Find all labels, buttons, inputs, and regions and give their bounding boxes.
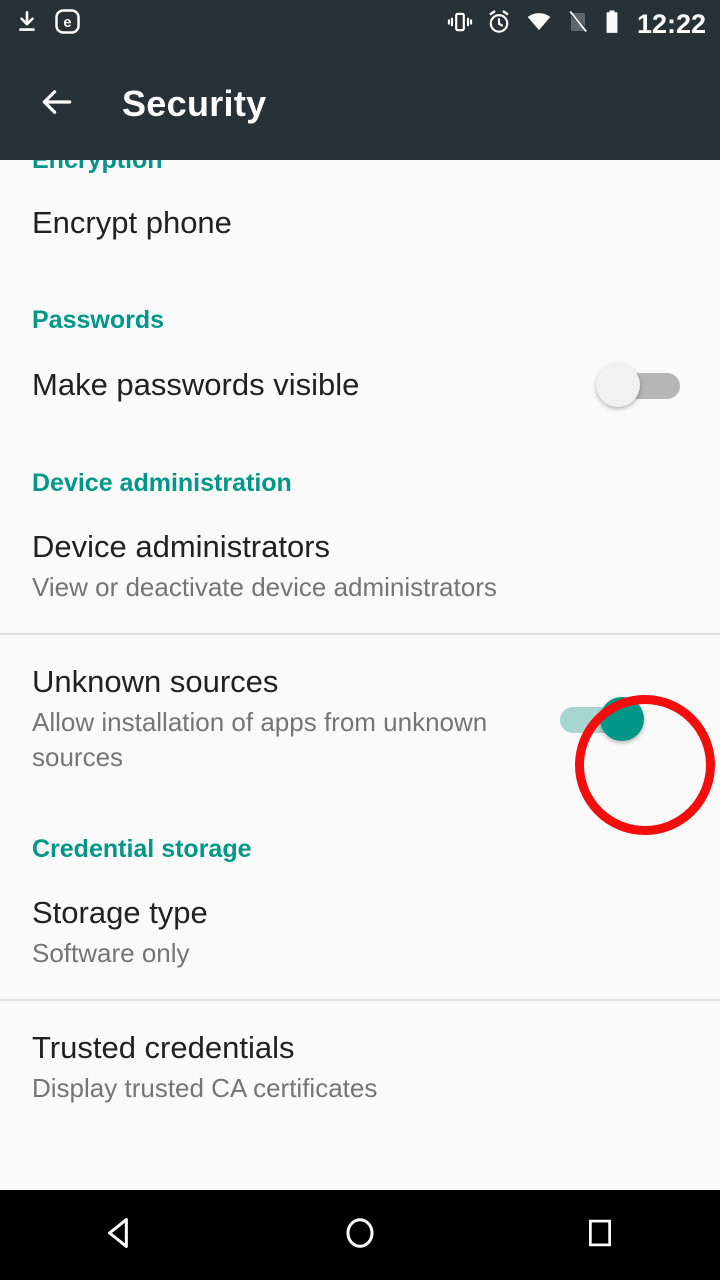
toggle-make-passwords-visible[interactable] [596, 363, 688, 407]
nav-home-circle-icon [341, 1214, 379, 1257]
list-item-title: Device administrators [32, 529, 331, 564]
list-item-text: Unknown sources Allow installation of ap… [32, 663, 552, 775]
section-header-device-administration: Device administration [32, 469, 292, 497]
no-sim-icon [566, 9, 590, 40]
list-item-encrypt-phone[interactable]: Encrypt phone [0, 160, 720, 282]
status-bar-clock: 12:22 [636, 8, 706, 39]
back-arrow-icon [35, 83, 79, 126]
vibrate-icon [447, 9, 473, 40]
list-item-unknown-sources[interactable]: Unknown sources Allow installation of ap… [0, 635, 720, 805]
list-item-text: Make passwords visible [32, 366, 596, 404]
back-button[interactable] [14, 83, 100, 126]
wifi-icon [525, 9, 553, 40]
list-item-title: Make passwords visible [32, 367, 360, 402]
nav-back-button[interactable] [60, 1190, 180, 1280]
nav-recents-square-icon [583, 1216, 617, 1255]
list-item-trusted-credentials[interactable]: Trusted credentials Display trusted CA c… [0, 1001, 720, 1106]
list-item-make-passwords-visible[interactable]: Make passwords visible [0, 335, 720, 437]
svg-text:e: e [63, 15, 71, 31]
list-item-subtitle: Software only [32, 938, 190, 968]
list-item-subtitle: Allow installation of apps from unknown … [32, 707, 488, 772]
navigation-bar [0, 1190, 720, 1280]
nav-recents-button[interactable] [540, 1190, 660, 1280]
status-bar-right-icons: 12:22 [447, 9, 706, 40]
list-item-subtitle: View or deactivate device administrators [32, 572, 497, 602]
nav-back-triangle-icon [101, 1214, 139, 1257]
nav-home-button[interactable] [300, 1190, 420, 1280]
list-item-device-administrators[interactable]: Device administrators View or deactivate… [0, 498, 720, 633]
download-icon [14, 9, 40, 40]
list-item-subtitle: Display trusted CA certificates [32, 1073, 378, 1103]
alarm-icon [486, 9, 512, 40]
battery-icon [603, 9, 621, 40]
list-item-title: Trusted credentials [32, 1030, 295, 1065]
list-item-title: Unknown sources [32, 664, 279, 699]
settings-list[interactable]: Encryption Encrypt phone Passwords Make … [0, 160, 720, 1190]
list-item-title: Encrypt phone [32, 205, 232, 240]
toggle-unknown-sources[interactable] [552, 697, 644, 741]
circled-e-icon: e [54, 8, 81, 40]
status-bar: e 12:22 [0, 0, 720, 48]
toggle-thumb [600, 697, 644, 741]
section-header-passwords: Passwords [32, 306, 165, 334]
section-header-credential-storage: Credential storage [32, 835, 252, 863]
status-bar-left-icons: e [14, 8, 81, 40]
app-bar: Security [0, 48, 720, 160]
page-title: Security [122, 83, 267, 124]
list-item-storage-type[interactable]: Storage type Software only [0, 864, 720, 999]
toggle-thumb [596, 363, 640, 407]
list-item-title: Storage type [32, 895, 208, 930]
phone-screen: e 12:22 Security Encryption Encrypt phon… [0, 0, 720, 1280]
